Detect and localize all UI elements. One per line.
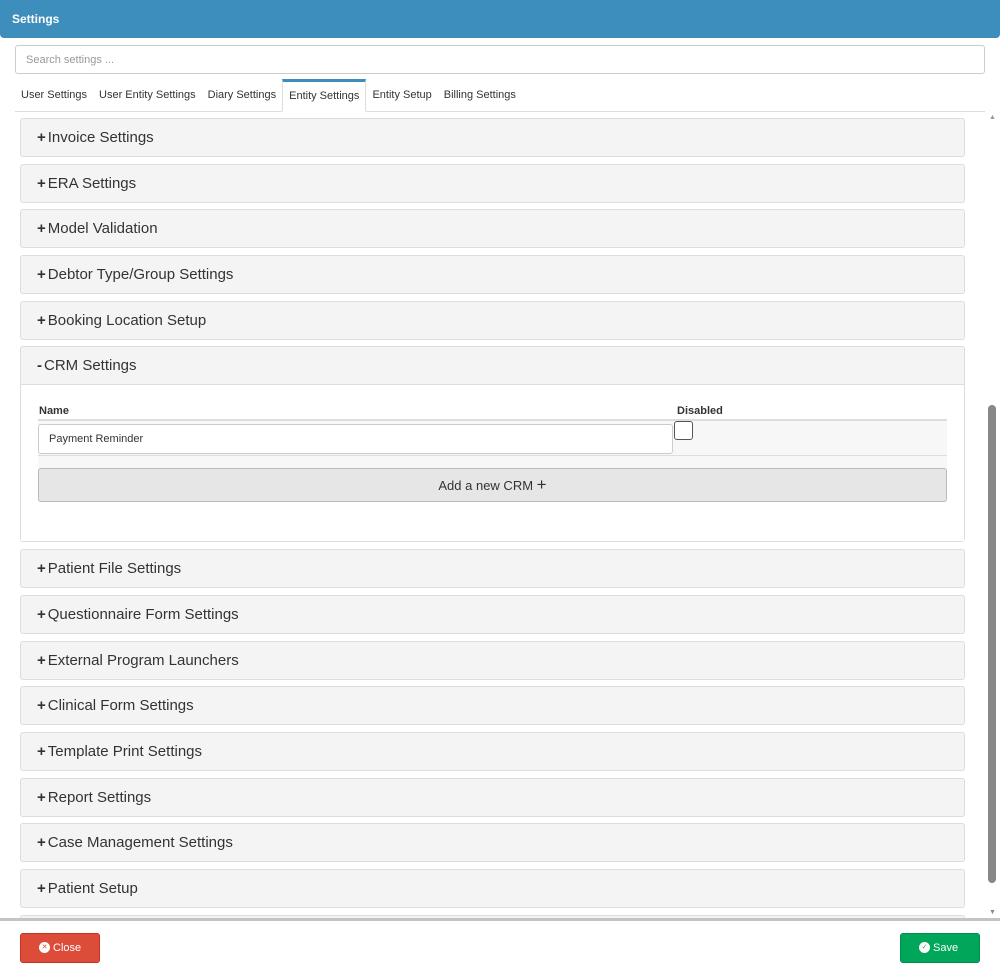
panel-model-validation: + Model Validation — [20, 209, 965, 249]
expand-icon: + — [37, 560, 46, 578]
footer: ✕ Close ✓ Save — [0, 918, 1000, 972]
settings-tabs: User Settings User Entity Settings Diary… — [15, 79, 985, 112]
search-input[interactable] — [15, 45, 985, 74]
table-row — [38, 421, 947, 457]
panel-report-settings: + Report Settings — [20, 777, 965, 817]
panel-title: Report Settings — [47, 788, 152, 806]
expand-icon: + — [37, 697, 46, 715]
close-label: Close — [53, 942, 82, 954]
panel-title: Model Validation — [47, 220, 158, 238]
panel-title: Patient File Settings — [47, 560, 182, 578]
close-circle-icon: ✕ — [39, 941, 50, 953]
scroll-up-icon[interactable]: ▲ — [989, 114, 996, 121]
expand-icon: + — [37, 129, 46, 146]
tab-diary-settings[interactable]: Diary Settings — [202, 79, 282, 111]
scrollbar[interactable]: ▲ ▼ — [986, 112, 998, 918]
panel-crm-settings: -CRM Settings Name Disabled Add a new CR… — [20, 346, 965, 543]
expand-icon: + — [37, 879, 46, 897]
panel-invoice-settings: + Invoice Settings — [20, 118, 965, 157]
panel-questionnaire-form-settings: + Questionnaire Form Settings — [20, 594, 965, 634]
panel-title: Clinical Form Settings — [47, 697, 194, 715]
panel-header[interactable]: + Booking Location Setup — [21, 302, 964, 339]
tab-user-settings[interactable]: User Settings — [15, 79, 93, 111]
panel-patient-file-settings: + Patient File Settings — [20, 549, 965, 589]
panel-title: Invoice Settings — [47, 129, 154, 146]
panel-title: External Program Launchers — [47, 651, 239, 669]
crm-name-input[interactable] — [38, 424, 673, 455]
expand-icon: + — [37, 174, 46, 192]
scroll-down-icon[interactable]: ▼ — [989, 909, 996, 916]
add-crm-label: Add a new CRM — [438, 478, 534, 494]
panel-header[interactable]: + Invoice Settings — [21, 119, 964, 156]
panel-header[interactable]: - CRM Settings — [21, 347, 964, 384]
settings-content: + Invoice Settings + ERA Settings + Model Val… — [0, 112, 1000, 918]
panel-header[interactable]: + Model Validation — [21, 210, 964, 247]
panel-debtor-type-group-settings: + Debtor Type/Group Settings — [20, 255, 965, 295]
panel-header[interactable]: + Template Print Settings — [21, 733, 964, 770]
panel-era-settings: + ERA Settings — [20, 163, 965, 203]
collapse-icon: - — [37, 357, 42, 375]
panel-template-print-settings: + Template Print Settings — [20, 731, 965, 771]
window-header: Settings — [0, 0, 1000, 38]
scrollbar-thumb[interactable] — [988, 405, 996, 883]
expand-icon: + — [37, 605, 46, 623]
plus-icon: + — [536, 475, 547, 495]
panel-header[interactable]: + ERA Settings — [21, 165, 964, 202]
check-circle-icon: ✓ — [919, 941, 930, 953]
panel-header[interactable]: + Clinical Form Settings — [21, 687, 964, 724]
tab-billing-settings[interactable]: Billing Settings — [438, 79, 522, 111]
panel-title: Case Management Settings — [47, 834, 233, 852]
save-label: Save — [933, 942, 959, 954]
save-button[interactable]: ✓ Save — [900, 933, 980, 963]
expand-icon: + — [37, 834, 46, 852]
panel-header[interactable]: + Questionnaire Form Settings — [21, 596, 964, 633]
panel-patient-setup: + Patient Setup — [20, 868, 965, 908]
expand-icon: + — [37, 266, 46, 284]
add-crm-button[interactable]: Add a new CRM + — [38, 468, 947, 503]
expand-icon: + — [37, 788, 46, 806]
panel-title: ERA Settings — [47, 174, 137, 192]
panel-header[interactable]: + External Program Launchers — [21, 642, 964, 679]
tab-user-entity-settings[interactable]: User Entity Settings — [93, 79, 202, 111]
panel-header[interactable]: + Patient Setup — [21, 870, 964, 907]
panel-title: Template Print Settings — [47, 742, 203, 760]
window-title: Settings — [12, 12, 60, 26]
panel-header[interactable]: + Patient File Settings — [21, 550, 964, 587]
expand-icon: + — [37, 742, 46, 760]
panel-case-management-settings: + Case Management Settings — [20, 823, 965, 863]
panel-clinical-form-settings: + Clinical Form Settings — [20, 686, 965, 726]
column-header-disabled: Disabled — [677, 405, 723, 418]
expand-icon: + — [37, 220, 46, 238]
tab-entity-settings[interactable]: Entity Settings — [282, 79, 367, 112]
panel-header[interactable]: + Debtor Type/Group Settings — [21, 256, 964, 293]
expand-icon: + — [37, 651, 46, 669]
close-button[interactable]: ✕ Close — [20, 933, 100, 963]
disabled-checkbox[interactable] — [674, 421, 693, 441]
tab-entity-setup[interactable]: Entity Setup — [366, 79, 437, 111]
expand-icon: + — [37, 311, 46, 329]
panel-booking-location-setup: + Booking Location Setup — [20, 300, 965, 340]
panel-title: Debtor Type/Group Settings — [47, 266, 234, 284]
panel-title: Patient Setup — [47, 879, 138, 897]
panel-header[interactable]: + Report Settings — [21, 779, 964, 816]
panel-external-program-launchers: + External Program Launchers — [20, 640, 965, 680]
panel-title: CRM Settings — [44, 357, 137, 375]
panel-title: Booking Location Setup — [47, 311, 207, 329]
panel-title: Questionnaire Form Settings — [47, 605, 239, 623]
column-header-name: Name — [39, 405, 69, 418]
panel-header[interactable]: + Case Management Settings — [21, 824, 964, 861]
